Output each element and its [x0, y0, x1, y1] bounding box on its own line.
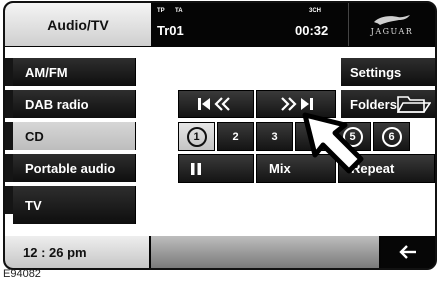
back-button[interactable]: [381, 236, 435, 268]
preset-label: 1: [186, 126, 207, 147]
skip-forward-icon: [281, 97, 313, 111]
ta-indicator: TA: [175, 8, 183, 14]
settings-label: Settings: [350, 64, 402, 80]
track-number: Tr01: [157, 23, 184, 38]
preset-6-button[interactable]: 6: [373, 122, 410, 151]
back-arrow-icon: [399, 245, 416, 259]
clock-text: 12 : 26 pm: [23, 244, 87, 260]
footer-bar: 12 : 26 pm: [5, 236, 435, 268]
source-cd[interactable]: CD: [13, 122, 136, 150]
jaguar-logo: JAGUAR: [348, 3, 435, 46]
mix-label: Mix: [269, 161, 291, 176]
preset-label: 2: [232, 130, 239, 143]
clock: 12 : 26 pm: [5, 236, 149, 268]
source-label: Portable audio: [25, 160, 116, 176]
preset-1-button[interactable]: 1: [178, 122, 215, 151]
source-label: DAB radio: [25, 96, 89, 112]
folder-icon: [397, 96, 431, 113]
tp-indicator: TP: [157, 8, 165, 14]
pause-button[interactable]: [178, 154, 254, 183]
source-label: AM/FM: [25, 64, 68, 80]
settings-button[interactable]: Settings: [341, 58, 435, 86]
source-tv[interactable]: TV: [13, 186, 136, 224]
source-portable-audio[interactable]: Portable audio: [13, 154, 136, 182]
leaper-icon: [374, 15, 410, 25]
preset-2-button[interactable]: 2: [217, 122, 254, 151]
previous-track-button[interactable]: [178, 90, 254, 118]
source-label: CD: [25, 128, 44, 144]
channel-indicator: 3CH: [309, 8, 322, 14]
preset-label: 6: [381, 126, 402, 147]
audio-tv-tab-label: Audio/TV: [47, 16, 109, 33]
footer-spacer: [151, 236, 379, 268]
preset-3-button[interactable]: 3: [256, 122, 293, 151]
figure-caption: E94082: [3, 268, 41, 280]
pointer-arrow-icon: [302, 112, 364, 174]
touchscreen: Audio/TV TP TA Tr01 3CH 00:32 JAGUAR AM/…: [3, 1, 437, 270]
source-dab-radio[interactable]: DAB radio: [13, 90, 136, 118]
source-am-fm[interactable]: AM/FM: [13, 58, 136, 86]
audio-tv-tab[interactable]: Audio/TV: [5, 3, 151, 46]
preset-label: 3: [271, 130, 278, 143]
elapsed-time: 00:32: [295, 23, 329, 38]
source-label: TV: [25, 197, 42, 213]
folders-label: Folders: [350, 96, 397, 112]
brand-text: JAGUAR: [370, 27, 414, 36]
pause-icon: [191, 162, 201, 175]
skip-back-icon: [198, 97, 230, 111]
